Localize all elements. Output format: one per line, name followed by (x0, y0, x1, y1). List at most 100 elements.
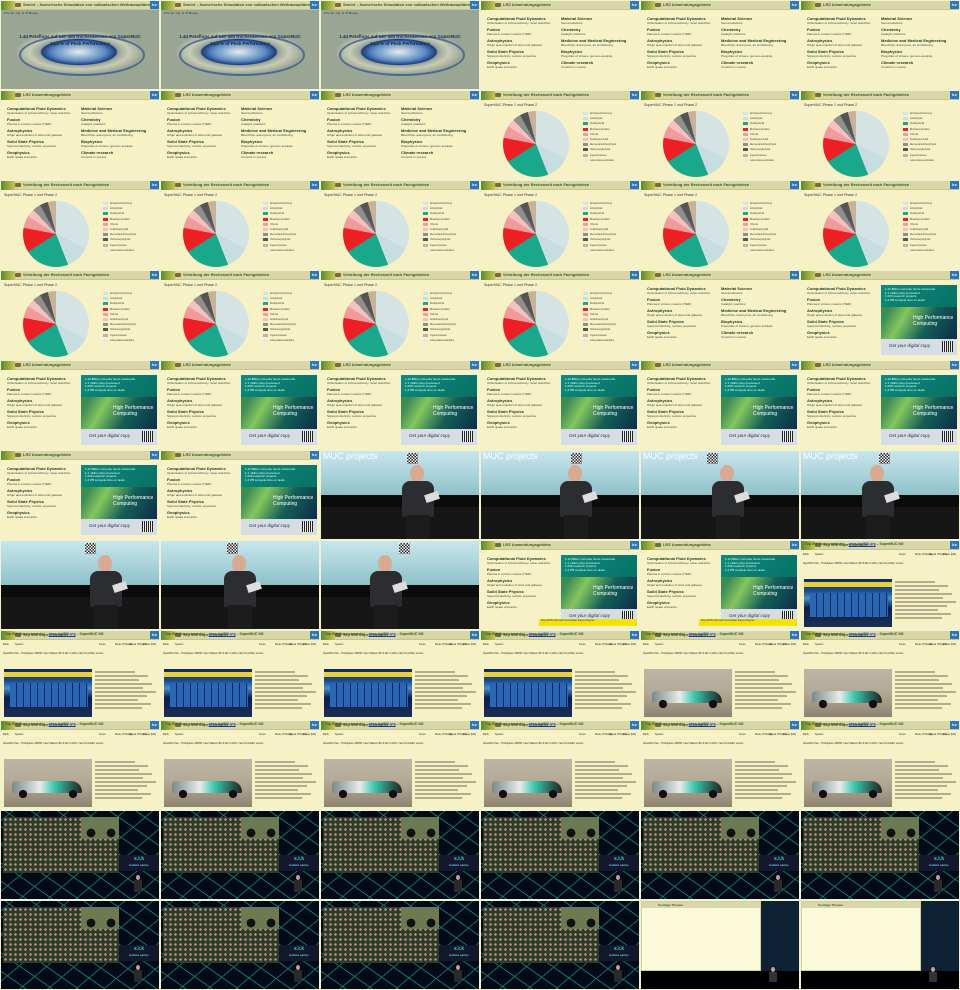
video-thumbnail[interactable]: LRZ Anwendungsgebiete lrz Computational Fl… (321, 361, 479, 449)
top500-link[interactable]: www.top500.org (209, 722, 236, 726)
digital-copy-label: Get your digital copy (729, 433, 771, 438)
top500-link[interactable]: www.top500.org (209, 632, 236, 636)
motorcycle-photo (401, 907, 439, 929)
video-thumbnail[interactable]: Verteilung der Rechenzeit nach Fachgebie… (641, 91, 799, 179)
video-thumbnail[interactable]: LRZ Anwendungsgebiete lrz Computational Fl… (801, 1, 959, 89)
video-thumbnail[interactable]: LRZ Anwendungsgebiete lrz Computational Fl… (641, 541, 799, 629)
video-thumbnail[interactable]: LRZ Anwendungsgebiete lrz Computational Fl… (161, 451, 319, 539)
hpc-banner: 1.12 Billion compute hours consumed 1.1 m… (241, 375, 317, 445)
video-thumbnail[interactable]: Verteilung der Rechenzeit nach Fachgebie… (161, 181, 319, 269)
text-line (95, 777, 143, 779)
qr-code-icon (942, 341, 953, 352)
slide-header: LRZ Anwendungsgebiete lrz (161, 91, 319, 100)
video-thumbnail[interactable]: Top 500 Supercomputer – lrz Top 500 Super… (321, 631, 479, 719)
video-thumbnail[interactable]: Top 500 Supercomputer – lrz Top 500 Super… (1, 631, 159, 719)
video-thumbnail[interactable]: Verteilung der Rechenzeit nach Fachgebie… (801, 91, 959, 179)
video-thumbnail[interactable]: Verteilung der Rechenzeit nach Fachgebie… (481, 271, 639, 359)
video-thumbnail[interactable]: LRZ Anwendungsgebiete lrz Computational Fl… (481, 1, 639, 89)
table-column-header: Cores (99, 643, 106, 646)
video-thumbnail[interactable]: LRZ Anwendungsgebiete lrz Computational Fl… (161, 361, 319, 449)
top500-link[interactable]: www.top500.org (529, 632, 556, 636)
institute-logo-icon (641, 271, 655, 280)
simulation-visualization: 1.44 Petaflops auf 147 456 Rechenkernen … (321, 10, 479, 89)
video-thumbnail[interactable]: LRZ Anwendungsgebiete lrz Computational Fl… (641, 1, 799, 89)
video-thumbnail[interactable]: Top 500 Supercomputer – lrz Top 500 Super… (801, 541, 959, 629)
top500-title: Top 500 Supercomputer – (805, 722, 849, 726)
video-thumbnail[interactable]: x.t.k lecture series (161, 811, 319, 899)
top500-link[interactable]: www.top500.org (369, 722, 396, 726)
video-thumbnail[interactable]: x.t.k lecture series (641, 811, 799, 899)
slide-title: SimInf – Numerische Simulation von vulka… (23, 2, 159, 7)
video-thumbnail[interactable]: Top 500 Supercomputer – lrz Top 500 Super… (1, 721, 159, 809)
video-thumbnail[interactable]: LRZ Anwendungsgebiete lrz Computational Fl… (321, 91, 479, 179)
top500-link[interactable]: www.top500.org (689, 632, 716, 636)
video-thumbnail[interactable]: Top 500 Supercomputer – lrz Top 500 Super… (321, 721, 479, 809)
video-thumbnail[interactable]: Top 500 Supercomputer – lrz Top 500 Super… (641, 721, 799, 809)
chart-heading: SuperMUC Phase 1 und Phase 2 (644, 193, 698, 197)
top500-link[interactable]: www.top500.org (849, 722, 876, 726)
video-thumbnail[interactable]: MUC projects (481, 451, 639, 539)
video-thumbnail[interactable]: Verteilung der Rechenzeit nach Fachgebie… (1, 181, 159, 269)
video-thumbnail[interactable]: LRZ Anwendungsgebiete lrz Computational Fl… (161, 91, 319, 179)
top500-link[interactable]: www.top500.org (529, 722, 556, 726)
video-thumbnail[interactable]: Top 500 Supercomputer – lrz Top 500 Super… (161, 631, 319, 719)
video-thumbnail[interactable]: x.t.k lecture series (321, 901, 479, 989)
video-thumbnail[interactable] (321, 541, 479, 629)
top500-link[interactable]: www.top500.org (849, 632, 876, 636)
speaker (613, 875, 623, 895)
video-thumbnail[interactable] (1, 541, 159, 629)
video-thumbnail[interactable]: x.t.k lecture series (801, 811, 959, 899)
video-thumbnail[interactable]: Verteilung der Rechenzeit nach Fachgebie… (801, 181, 959, 269)
video-thumbnail[interactable]: Verteilung der Rechenzeit nach Fachgebie… (321, 271, 479, 359)
video-thumbnail[interactable]: LRZ Anwendungsgebiete lrz Computational Fl… (801, 361, 959, 449)
video-thumbnail[interactable]: x.t.k lecture series (481, 811, 639, 899)
pie-legend: Erdsystemforschung Astrophysik Fluiddynami… (583, 291, 637, 343)
video-thumbnail[interactable]: x.t.k lecture series (1, 811, 159, 899)
video-thumbnail[interactable]: SimInf – Numerische Simulation von vulka… (321, 1, 479, 89)
video-thumbnail[interactable]: MUC projects (641, 451, 799, 539)
video-thumbnail[interactable]: x.t.k lecture series (1, 901, 159, 989)
video-thumbnail[interactable]: Verteilung der Rechenzeit nach Fachgebie… (1, 271, 159, 359)
pie-chart (183, 201, 249, 267)
video-thumbnail[interactable]: MUC projects (801, 451, 959, 539)
video-thumbnail[interactable]: LRZ Anwendungsgebiete lrz Computational Fl… (1, 361, 159, 449)
video-thumbnail[interactable]: LRZ Anwendungsgebiete lrz Computational Fl… (481, 361, 639, 449)
video-thumbnail[interactable]: SimInf – Numerische Simulation von vulka… (161, 1, 319, 89)
chart-heading: SuperMUC Phase 1 und Phase 2 (484, 103, 538, 107)
video-thumbnail[interactable]: x.t.k lecture series (481, 901, 639, 989)
video-thumbnail[interactable]: Sonstige Themen (641, 901, 799, 989)
video-thumbnail[interactable]: Verteilung der Rechenzeit nach Fachgebie… (321, 181, 479, 269)
video-thumbnail[interactable]: LRZ Anwendungsgebiete lrz Computational Fl… (1, 91, 159, 179)
video-thumbnail[interactable]: SimInf – Numerische Simulation von vulka… (1, 1, 159, 89)
video-thumbnail[interactable]: LRZ Anwendungsgebiete lrz Computational Fl… (481, 541, 639, 629)
video-thumbnail[interactable]: MUC projects (321, 451, 479, 539)
video-thumbnail[interactable]: Top 500 Supercomputer – lrz Top 500 Super… (641, 631, 799, 719)
video-thumbnail[interactable]: x.t.k lecture series (161, 901, 319, 989)
video-thumbnail[interactable]: Verteilung der Rechenzeit nach Fachgebie… (481, 91, 639, 179)
video-thumbnail[interactable] (161, 541, 319, 629)
video-thumbnail[interactable]: Verteilung der Rechenzeit nach Fachgebie… (641, 181, 799, 269)
video-thumbnail[interactable]: Verteilung der Rechenzeit nach Fachgebie… (161, 271, 319, 359)
video-thumbnail[interactable]: Top 500 Supercomputer – lrz Top 500 Super… (481, 721, 639, 809)
top500-link[interactable]: www.top500.org (49, 632, 76, 636)
video-thumbnail[interactable]: Top 500 Supercomputer – lrz Top 500 Super… (801, 631, 959, 719)
top500-link[interactable]: www.top500.org (369, 632, 396, 636)
top500-link[interactable]: www.top500.org (849, 542, 876, 546)
video-thumbnail[interactable]: x.t.k lecture series (321, 811, 479, 899)
video-thumbnail[interactable]: Top 500 Supercomputer – lrz Top 500 Super… (481, 631, 639, 719)
video-thumbnail[interactable]: LRZ Anwendungsgebiete lrz Computational Fl… (1, 451, 159, 539)
text-line (895, 593, 952, 595)
video-thumbnail[interactable]: LRZ Anwendungsgebiete lrz Computational Fl… (641, 271, 799, 359)
speaker (453, 965, 463, 985)
application-description: Catalytic reactions (561, 31, 586, 36)
top500-link[interactable]: www.top500.org (689, 722, 716, 726)
speaker (773, 875, 783, 895)
highlight-note: SuperMUC-NG Next Generation Supercompute… (699, 619, 797, 626)
video-thumbnail[interactable]: Verteilung der Rechenzeit nach Fachgebie… (481, 181, 639, 269)
video-thumbnail[interactable]: Top 500 Supercomputer – lrz Top 500 Super… (801, 721, 959, 809)
video-thumbnail[interactable]: Sonstige Themen (801, 901, 959, 989)
video-thumbnail[interactable]: Top 500 Supercomputer – lrz Top 500 Super… (161, 721, 319, 809)
video-thumbnail[interactable]: LRZ Anwendungsgebiete lrz Computational Fl… (801, 271, 959, 359)
video-thumbnail[interactable]: LRZ Anwendungsgebiete lrz Computational Fl… (641, 361, 799, 449)
top500-link[interactable]: www.top500.org (49, 722, 76, 726)
